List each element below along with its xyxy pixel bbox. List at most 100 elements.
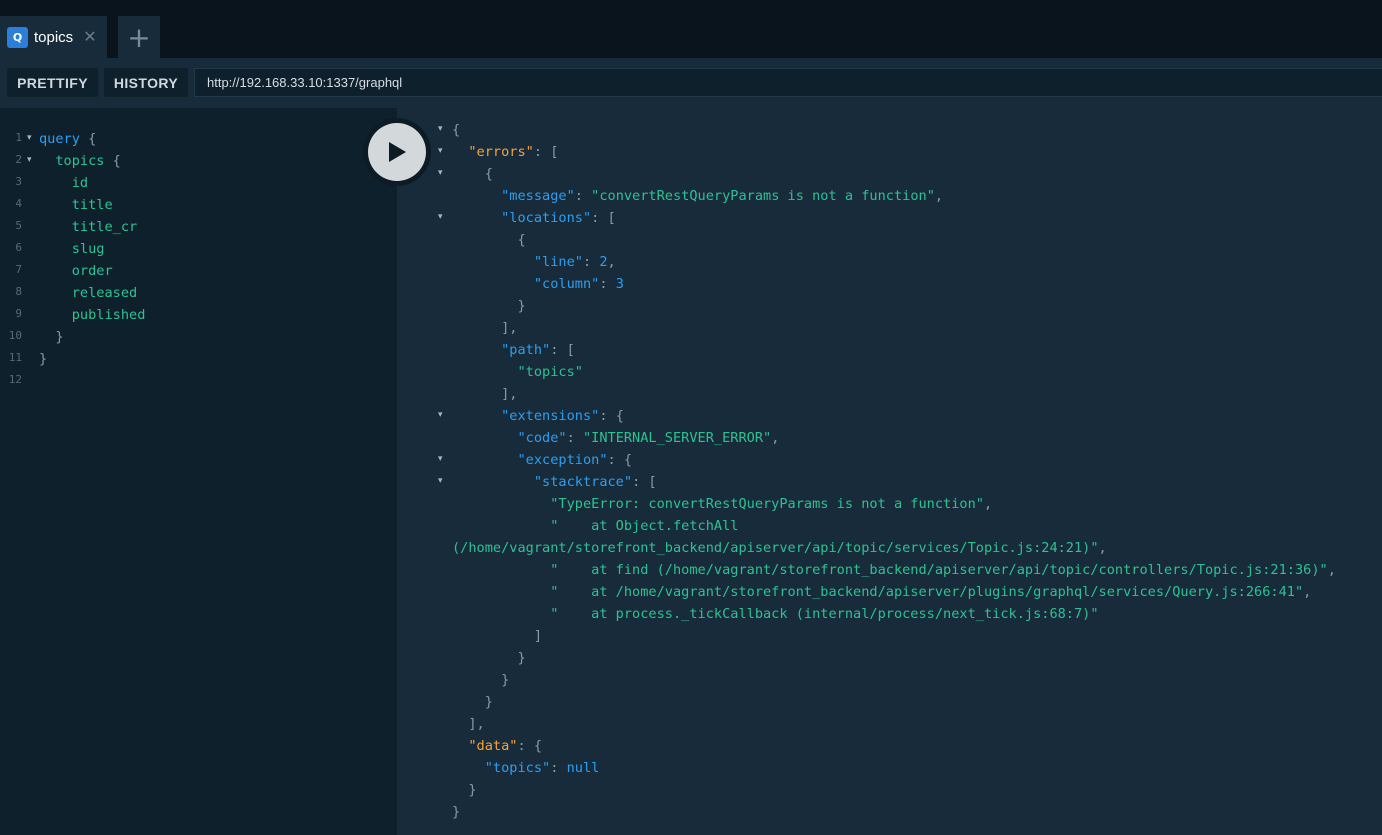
query-line: released [39,282,137,304]
query-line: published [39,304,146,326]
result-token: "message" [452,188,575,204]
result-token: 3 [615,276,624,292]
result-token: : [550,760,567,776]
line-number: 12 [8,373,22,386]
result-token: : [ [533,144,559,160]
line-number: 8 [15,285,22,298]
result-line: } [452,801,460,823]
result-token: "locations" [452,210,592,226]
result-line: "data": { [452,735,542,757]
result-token: "line" [452,254,583,270]
result-line: "column": 3 [452,273,624,295]
result-token: "INTERNAL_SERVER_ERROR" [582,430,772,446]
result-token: "code" [452,430,567,446]
query-editor[interactable]: 1 ▾ query {2 ▾ topics {3 id 4 title 5 title_c… [0,108,397,835]
close-icon[interactable]: ✕ [83,29,96,45]
result-token: "exception" [452,452,608,468]
result-line: "errors": [ [452,141,558,163]
query-token: published [39,307,146,323]
result-token: : [ [632,474,657,490]
result-line: "exception": { [452,449,632,471]
result-line: { [452,229,526,251]
fold-arrow-icon[interactable]: ▾ [438,118,443,140]
result-line: (/home/vagrant/storefront_backend/apiser… [452,537,1107,559]
query-token: { [104,153,121,169]
result-token: " at Object.fetchAll [452,518,739,534]
result-token: "stacktrace" [452,474,633,490]
result-line: " at process._tickCallback (internal/pro… [452,603,1098,625]
line-number: 5 [15,219,22,232]
result-token: : [582,254,600,270]
result-token: , [1098,540,1107,556]
query-token: query [39,131,80,147]
fold-arrow-icon[interactable]: ▾ [438,140,443,162]
result-line: " at Object.fetchAll [452,515,738,537]
endpoint-url-input[interactable]: http://192.168.33.10:1337/graphql [194,68,1382,97]
result-token: { [452,232,526,248]
query-line: } [39,326,64,348]
query-line: title_cr [39,216,137,238]
result-token: : { [599,408,624,424]
line-number: 7 [15,263,22,276]
result-line: " at /home/vagrant/storefront_backend/ap… [452,581,1311,603]
query-badge-icon: Q [7,26,28,48]
result-line: { [452,163,493,185]
query-token: title [39,197,113,213]
result-line: "message": "convertRestQueryParams is no… [452,185,943,207]
query-line: id [39,172,88,194]
play-button-face[interactable] [368,123,426,181]
result-token: : [ [591,210,616,226]
fold-arrow-icon[interactable]: ▾ [438,448,443,470]
result-line: ], [452,317,517,339]
history-button[interactable]: HISTORY [104,68,188,97]
fold-arrow-icon[interactable]: ▾ [27,127,32,149]
result-token: } [452,672,510,688]
result-token: { [452,166,493,182]
tab-topics[interactable]: Q topics ✕ [0,16,107,58]
add-tab-button[interactable]: + [118,16,160,58]
query-token: title_cr [39,219,138,235]
prettify-button[interactable]: PRETTIFY [7,68,98,97]
result-token: : [599,276,616,292]
query-line: order [39,260,113,282]
tab-title: topics [34,28,74,46]
result-line: ] [452,625,542,647]
execute-query-button[interactable] [363,118,431,186]
result-token: ], [452,716,485,732]
fold-arrow-icon[interactable]: ▾ [438,470,443,492]
result-token: : [574,188,592,204]
fold-arrow-icon[interactable]: ▾ [438,206,443,228]
query-token: } [39,329,64,345]
result-line: } [452,779,476,801]
result-token: : { [607,452,633,468]
query-token: topics [39,153,105,169]
line-number: 6 [15,241,22,254]
query-token: order [39,263,113,279]
result-token: "topics" [452,364,583,380]
fold-arrow-icon[interactable]: ▾ [438,404,443,426]
result-token: : [566,430,583,446]
result-token: { [452,122,461,138]
query-line: title [39,194,113,216]
result-token: , [1303,584,1312,600]
result-line: ], [452,713,485,735]
result-token: } [452,804,461,820]
result-token: "topics" [452,760,551,776]
result-token: , [934,188,944,204]
fold-arrow-icon[interactable]: ▾ [438,162,443,184]
query-line: } [39,348,47,370]
query-token: } [39,351,48,367]
query-line: query { [39,128,96,150]
result-token: "extensions" [452,408,600,424]
result-token: 2 [599,254,608,270]
result-token: } [452,694,493,710]
result-token: (/home/vagrant/storefront_backend/apiser… [452,540,1099,556]
result-token: "path" [452,342,551,358]
fold-arrow-icon[interactable]: ▾ [27,149,32,171]
line-number: 4 [15,197,22,210]
line-number: 2 [15,153,22,166]
result-line: "TypeError: convertRestQueryParams is no… [452,493,992,515]
result-line: } [452,691,493,713]
result-line: "topics" [452,361,583,383]
result-token: ], [452,320,518,336]
